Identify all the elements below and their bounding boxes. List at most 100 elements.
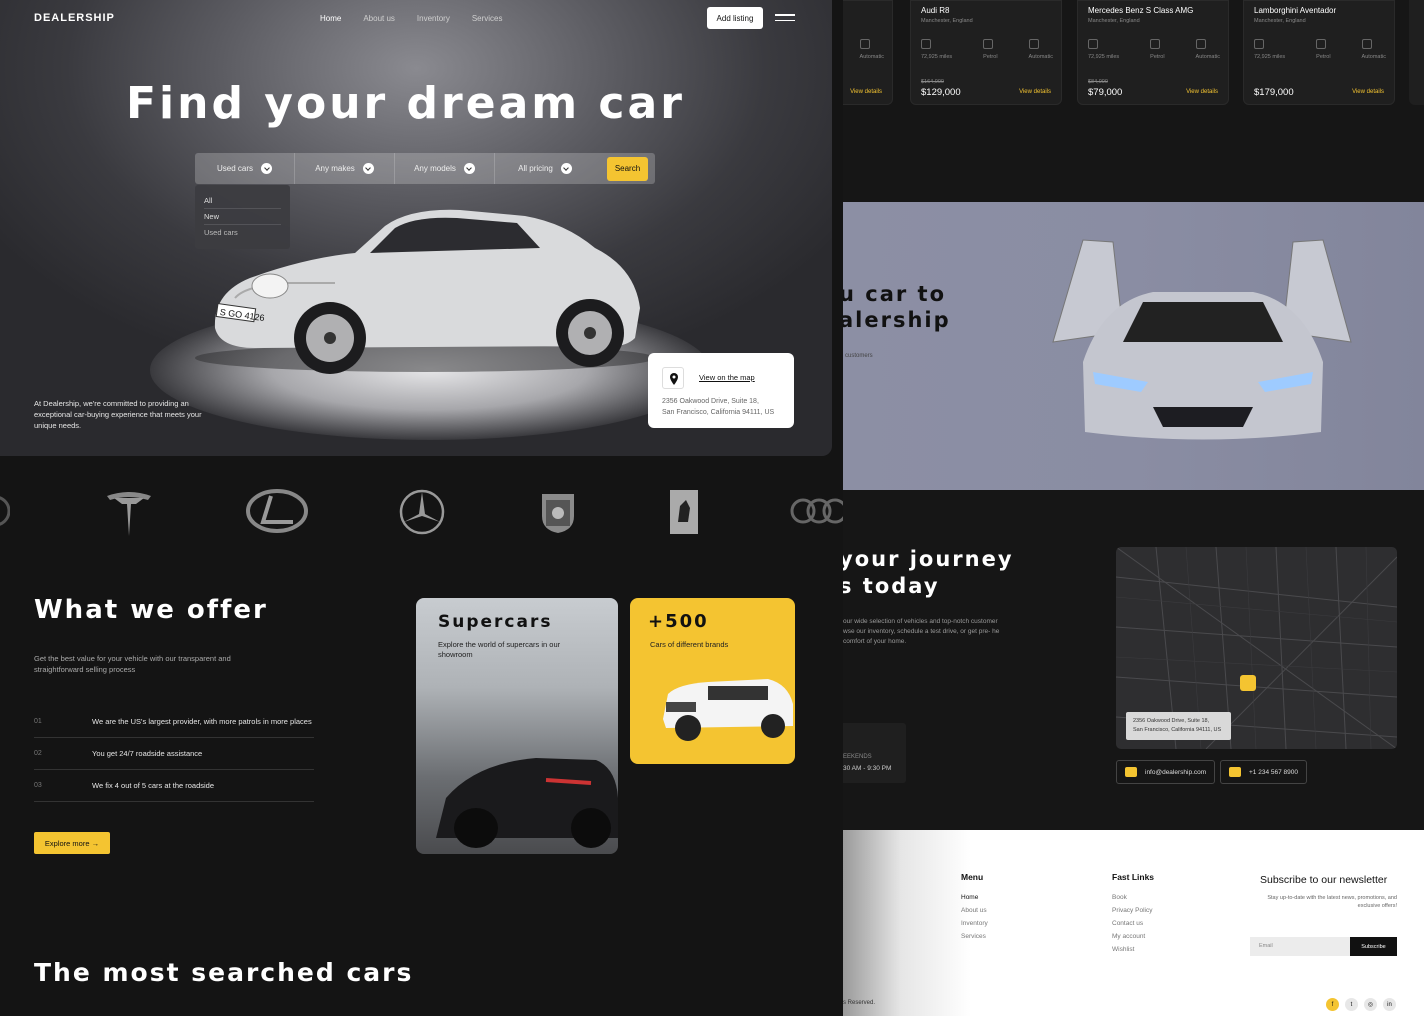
car-old-price: $164,000: [921, 79, 944, 85]
hero-title: Find your dream car: [126, 78, 685, 129]
dealership-map[interactable]: 2356 Oakwood Drive, Suite 18, San Franci…: [1116, 547, 1397, 749]
footer-link-privacy[interactable]: Privacy Policy: [1112, 907, 1152, 914]
spec-fuel: Petrol: [1316, 39, 1331, 60]
offer-item-text: We fix 4 out of 5 cars at the roadside: [92, 781, 215, 790]
facebook-icon[interactable]: f: [1326, 998, 1339, 1011]
twitter-icon[interactable]: t: [1345, 998, 1358, 1011]
model-select-label: Any models: [414, 164, 456, 173]
linkedin-icon[interactable]: in: [1383, 998, 1396, 1011]
footer-link-home[interactable]: Home: [961, 894, 988, 901]
offer-item: 03 We fix 4 out of 5 cars at the roadside: [34, 770, 314, 802]
footer: Menu Home About us Inventory Services Fa…: [843, 830, 1424, 1016]
email-contact[interactable]: info@dealership.com: [1116, 760, 1216, 784]
spec-transmission: Automatic: [1361, 39, 1386, 60]
car-card[interactable]: Automatic View details: [843, 0, 893, 105]
subscribe-button[interactable]: Subscribe: [1350, 937, 1397, 956]
search-button[interactable]: Search: [607, 156, 648, 181]
footer-link-services[interactable]: Services: [961, 933, 988, 940]
footer-link-inventory[interactable]: Inventory: [961, 920, 988, 927]
car-location: Manchester, England: [1088, 18, 1140, 24]
spec-label: Petrol: [1150, 54, 1165, 60]
main-nav: Home About us Inventory Services: [320, 14, 503, 23]
nav-services[interactable]: Services: [472, 14, 503, 23]
supercars-card[interactable]: Supercars Explore the world of supercars…: [416, 598, 618, 854]
footer-links-title: Fast Links: [1112, 872, 1155, 882]
offer-item-text: You get 24/7 roadside assistance: [92, 749, 203, 758]
chevron-down-icon: [261, 163, 272, 174]
dropdown-option[interactable]: New: [204, 209, 281, 225]
view-details-link[interactable]: View details: [850, 89, 882, 95]
view-details-link[interactable]: View details: [1019, 89, 1051, 95]
footer-link-contact[interactable]: Contact us: [1112, 920, 1152, 927]
condition-select-label: Used cars: [216, 164, 253, 173]
car-card[interactable]: Lamborghini Aventador Manchester, Englan…: [1243, 0, 1395, 105]
offer-item: 01 We are the US's largest provider, with…: [34, 706, 314, 738]
footer-link-account[interactable]: My account: [1112, 933, 1152, 940]
newsletter-title: Subscribe to our newsletter: [1260, 874, 1388, 886]
brands-count-card[interactable]: +500 Cars of different brands: [630, 598, 795, 764]
map-pin-icon[interactable]: [1240, 675, 1256, 691]
footer-link-book[interactable]: Book: [1112, 894, 1152, 901]
fuel-icon: [1150, 39, 1161, 49]
offer-item-number: 01: [34, 718, 42, 725]
car-specs: 72,925 miles Petrol Automatic: [921, 39, 1053, 60]
phone-contact[interactable]: +1 234 567 8900: [1220, 760, 1307, 784]
car-card[interactable]: Mercedes Benz S Class AMG Manchester, En…: [1077, 0, 1229, 105]
mclaren-car-image: [1052, 239, 1352, 440]
offer-title: What we offer: [34, 595, 268, 625]
footer-menu-title: Menu: [961, 872, 984, 882]
newsletter-email-input[interactable]: Email: [1250, 937, 1350, 956]
mail-icon: [1125, 767, 1137, 777]
map-address-line-2: San Francisco, California 94111, US: [1133, 727, 1222, 733]
car-specs: 72,925 miles Petrol Automatic: [1088, 39, 1220, 60]
gearbox-icon: [1028, 39, 1039, 49]
spec-label: Automatic: [1195, 54, 1220, 60]
view-details-link[interactable]: View details: [1352, 89, 1384, 95]
footer-link-about[interactable]: About us: [961, 907, 988, 914]
landing-page-right: Automatic View details Audi R8 Mancheste…: [843, 0, 1424, 1016]
fuel-icon: [983, 39, 994, 49]
chevron-down-icon: [362, 163, 374, 174]
nav-about[interactable]: About us: [363, 14, 395, 23]
car-name: Lamborghini Aventador: [1254, 6, 1337, 15]
supercar-image: [436, 758, 618, 848]
address-line-1: 2356 Oakwood Drive, Suite 18,: [662, 398, 759, 405]
footer-link-wishlist[interactable]: Wishlist: [1112, 946, 1152, 953]
landing-page-left: S GO 4126 DEALERSHIP Home About us Inven…: [0, 0, 843, 1016]
view-details-link[interactable]: View details: [1186, 89, 1218, 95]
model-select[interactable]: Any models: [395, 153, 495, 184]
spec-mileage: 72,925 miles: [921, 39, 952, 60]
phone-icon: [1229, 767, 1241, 777]
add-listing-button[interactable]: Add listing: [707, 7, 763, 29]
spec-fuel: Petrol: [983, 39, 998, 60]
dropdown-option[interactable]: Used cars: [204, 225, 281, 240]
map-address-tooltip: 2356 Oakwood Drive, Suite 18, San Franci…: [1126, 712, 1231, 740]
car-card[interactable]: Audi R8 Manchester, England 72,925 miles…: [910, 0, 1062, 105]
car-specs: 72,925 miles Petrol Automatic: [1254, 39, 1386, 60]
porsche-logo-icon: [542, 494, 574, 533]
price-select[interactable]: All pricing: [495, 153, 595, 184]
explore-more-button[interactable]: Explore more →: [34, 832, 110, 854]
gearbox-icon: [1361, 39, 1372, 49]
spec-label: 72,925 miles: [921, 54, 953, 60]
condition-select[interactable]: Used cars: [195, 153, 295, 184]
phone-number: +1 234 567 8900: [1249, 768, 1298, 776]
offer-item-number: 03: [34, 782, 42, 789]
car-price: $179,000: [1254, 87, 1294, 98]
opening-hours: EEKENDS 30 AM - 9:30 PM: [843, 723, 906, 783]
make-select[interactable]: Any makes: [295, 153, 395, 184]
brand-logo[interactable]: DEALERSHIP: [34, 12, 115, 24]
view-map-link[interactable]: View on the map: [699, 373, 755, 382]
newsletter-subtitle: Stay up-to-date with the latest news, pr…: [1267, 895, 1397, 909]
nav-inventory[interactable]: Inventory: [417, 14, 450, 23]
spec-label: Automatic: [1361, 54, 1386, 60]
menu-icon[interactable]: [775, 14, 795, 25]
spec-label: Automatic: [859, 54, 884, 60]
price-select-label: All pricing: [518, 164, 553, 173]
nav-home[interactable]: Home: [320, 14, 341, 23]
chevron-down-icon: [463, 163, 475, 174]
dropdown-option[interactable]: All: [204, 193, 281, 209]
sell-car-subtitle: customers: [845, 353, 873, 359]
instagram-icon[interactable]: ◎: [1364, 998, 1377, 1011]
footer-fast-links: Book Privacy Policy Contact us My accoun…: [1112, 894, 1152, 959]
